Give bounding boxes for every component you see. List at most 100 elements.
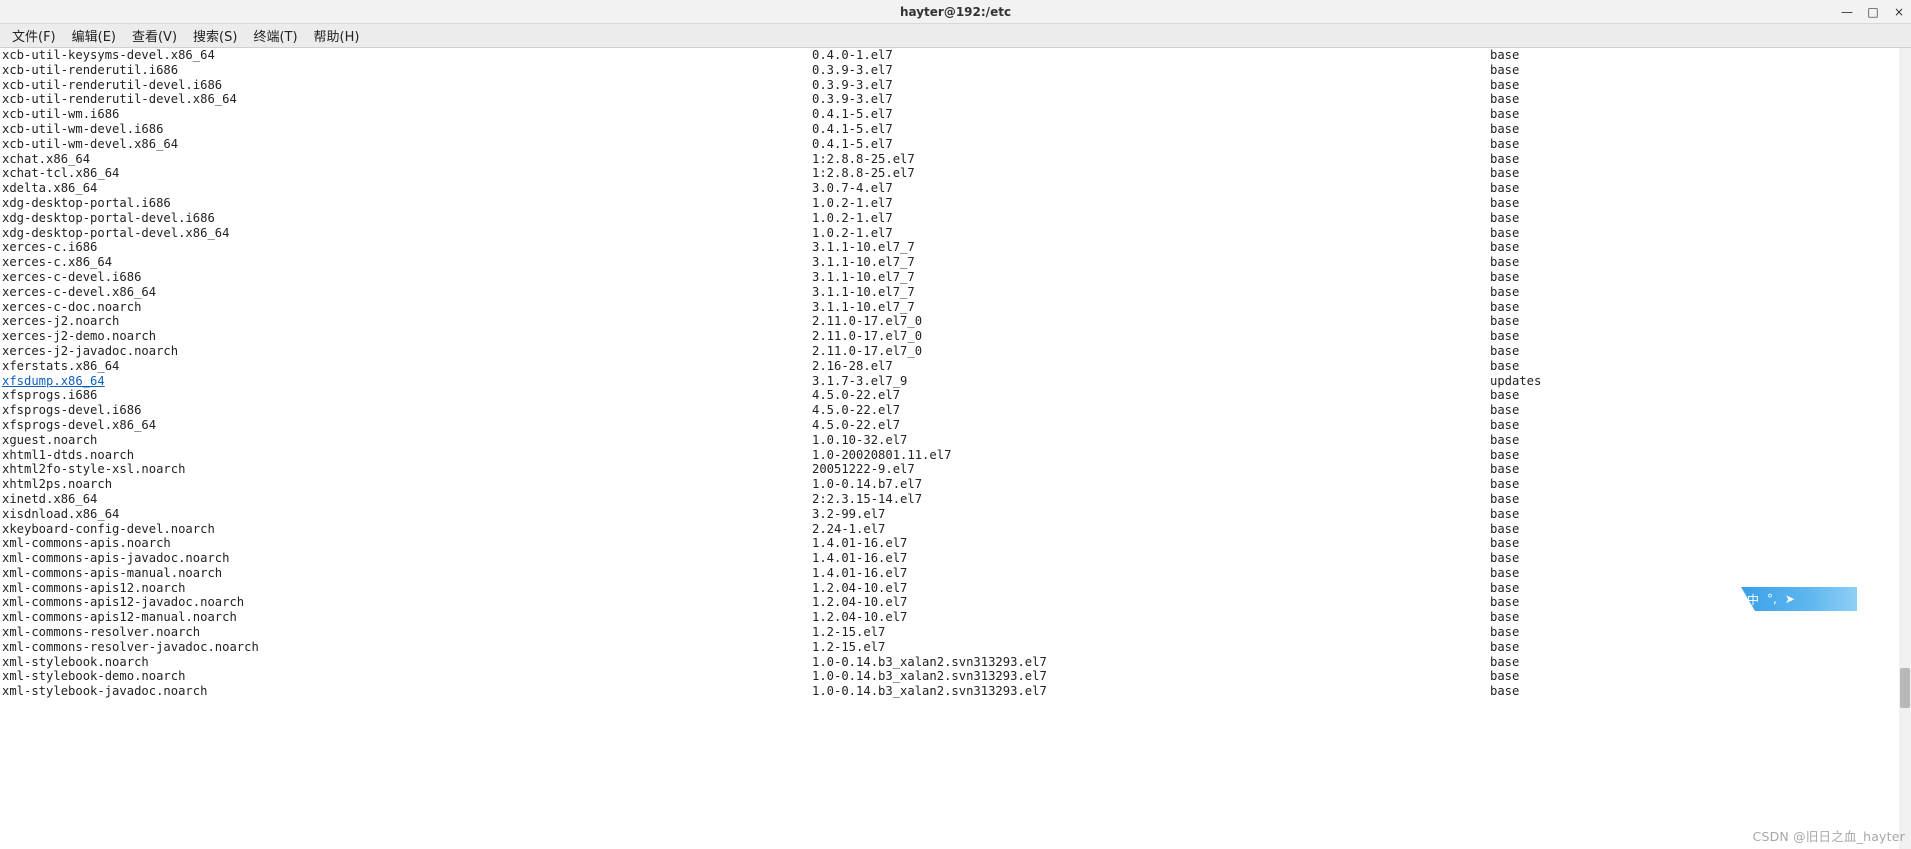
package-row: xerces-j2-javadoc.noarch2.11.0-17.el7_0b… [2,344,1909,359]
menu-file[interactable]: 文件(F) [4,24,64,47]
package-name: xml-commons-apis.noarch [2,536,812,551]
package-repo: base [1490,240,1909,255]
package-name: xml-commons-apis-javadoc.noarch [2,551,812,566]
package-row: xml-commons-apis12-manual.noarch1.2.04-1… [2,610,1909,625]
package-row: xcb-util-renderutil.i6860.3.9-3.el7base [2,63,1909,78]
package-repo: base [1490,181,1909,196]
scrollbar-thumb[interactable] [1900,668,1910,708]
package-name: xcb-util-wm.i686 [2,107,812,122]
package-repo: base [1490,78,1909,93]
package-version: 2.11.0-17.el7_0 [812,344,1490,359]
package-repo: base [1490,329,1909,344]
package-version: 1.2.04-10.el7 [812,595,1490,610]
package-row: xhtml2ps.noarch1.0-0.14.b7.el7base [2,477,1909,492]
terminal-output[interactable]: xcb-util-keysyms-devel.x86_640.4.0-1.el7… [0,48,1911,849]
menu-terminal[interactable]: 终端(T) [245,24,305,47]
package-name: xfsprogs-devel.x86_64 [2,418,812,433]
package-name: xhtml2fo-style-xsl.noarch [2,462,812,477]
package-row: xkeyboard-config-devel.noarch2.24-1.el7b… [2,522,1909,537]
package-repo: base [1490,669,1909,684]
package-repo: base [1490,166,1909,181]
package-row: xinetd.x86_642:2.3.15-14.el7base [2,492,1909,507]
package-name: xfsprogs-devel.i686 [2,403,812,418]
close-button[interactable]: × [1891,5,1907,19]
package-row: xisdnload.x86_643.2-99.el7base [2,507,1909,522]
package-repo: base [1490,211,1909,226]
package-repo: base [1490,640,1909,655]
package-version: 1.2-15.el7 [812,625,1490,640]
menu-search[interactable]: 搜索(S) [185,24,245,47]
package-version: 4.5.0-22.el7 [812,388,1490,403]
package-repo: base [1490,63,1909,78]
menu-help[interactable]: 帮助(H) [306,24,368,47]
package-repo: base [1490,610,1909,625]
package-version: 1.0-20020801.11.el7 [812,448,1490,463]
package-name: xdg-desktop-portal-devel.x86_64 [2,226,812,241]
package-name: xml-commons-apis12-manual.noarch [2,610,812,625]
package-row: xml-commons-apis-manual.noarch1.4.01-16.… [2,566,1909,581]
package-repo: base [1490,300,1909,315]
package-name: xchat-tcl.x86_64 [2,166,812,181]
maximize-button[interactable]: □ [1865,5,1881,19]
package-version: 0.3.9-3.el7 [812,78,1490,93]
package-name: xcb-util-wm-devel.i686 [2,122,812,137]
package-name: xcb-util-wm-devel.x86_64 [2,137,812,152]
package-version: 0.4.1-5.el7 [812,107,1490,122]
package-repo: base [1490,137,1909,152]
package-row: xchat.x86_641:2.8.8-25.el7base [2,152,1909,167]
package-version: 3.1.1-10.el7_7 [812,285,1490,300]
package-row: xml-commons-resolver-javadoc.noarch1.2-1… [2,640,1909,655]
package-name: xinetd.x86_64 [2,492,812,507]
package-repo: base [1490,314,1909,329]
package-row: xfsprogs.i6864.5.0-22.el7base [2,388,1909,403]
package-name: xhtml1-dtds.noarch [2,448,812,463]
package-row: xcb-util-wm-devel.x86_640.4.1-5.el7base [2,137,1909,152]
vertical-scrollbar[interactable] [1899,48,1911,849]
package-row: xhtml1-dtds.noarch1.0-20020801.11.el7bas… [2,448,1909,463]
package-repo: base [1490,92,1909,107]
package-version: 1.0-0.14.b3_xalan2.svn313293.el7 [812,669,1490,684]
package-name: xerces-c-doc.noarch [2,300,812,315]
package-repo: base [1490,388,1909,403]
minimize-button[interactable]: — [1839,5,1855,19]
package-repo: base [1490,359,1909,374]
package-repo: base [1490,48,1909,63]
package-row: xerces-c-doc.noarch3.1.1-10.el7_7base [2,300,1909,315]
package-repo: base [1490,122,1909,137]
package-version: 1.0.2-1.el7 [812,211,1490,226]
package-repo: base [1490,196,1909,211]
menu-edit[interactable]: 编辑(E) [64,24,124,47]
package-version: 1.0.10-32.el7 [812,433,1490,448]
package-version: 3.1.7-3.el7_9 [812,374,1490,389]
package-name: xerces-j2.noarch [2,314,812,329]
package-version: 2.11.0-17.el7_0 [812,314,1490,329]
package-repo: base [1490,285,1909,300]
package-name: xcb-util-renderutil-devel.i686 [2,78,812,93]
ime-send-icon: ➤ [1785,592,1795,606]
package-repo: base [1490,107,1909,122]
package-row: xml-commons-apis12.noarch1.2.04-10.el7ba… [2,581,1909,596]
package-version: 3.1.1-10.el7_7 [812,270,1490,285]
package-row: xhtml2fo-style-xsl.noarch20051222-9.el7b… [2,462,1909,477]
menu-view[interactable]: 查看(V) [124,24,185,47]
ime-status-panel[interactable]: 中 °, ➤ [1741,587,1857,611]
package-version: 0.4.0-1.el7 [812,48,1490,63]
package-name: xcb-util-renderutil-devel.x86_64 [2,92,812,107]
package-version: 1.4.01-16.el7 [812,566,1490,581]
package-repo: base [1490,522,1909,537]
package-version: 3.1.1-10.el7_7 [812,255,1490,270]
package-row: xml-stylebook-javadoc.noarch1.0-0.14.b3_… [2,684,1909,699]
package-repo: base [1490,344,1909,359]
package-row: xdelta.x86_643.0.7-4.el7base [2,181,1909,196]
package-row: xfsprogs-devel.x86_644.5.0-22.el7base [2,418,1909,433]
package-version: 3.2-99.el7 [812,507,1490,522]
ime-punct-icon: °, [1767,592,1777,606]
package-version: 4.5.0-22.el7 [812,403,1490,418]
package-name: xml-commons-resolver.noarch [2,625,812,640]
package-name: xml-commons-apis12.noarch [2,581,812,596]
package-repo: base [1490,270,1909,285]
package-repo: base [1490,403,1909,418]
package-version: 1.4.01-16.el7 [812,551,1490,566]
package-row: xfsdump.x86_643.1.7-3.el7_9updates [2,374,1909,389]
package-version: 3.1.1-10.el7_7 [812,240,1490,255]
